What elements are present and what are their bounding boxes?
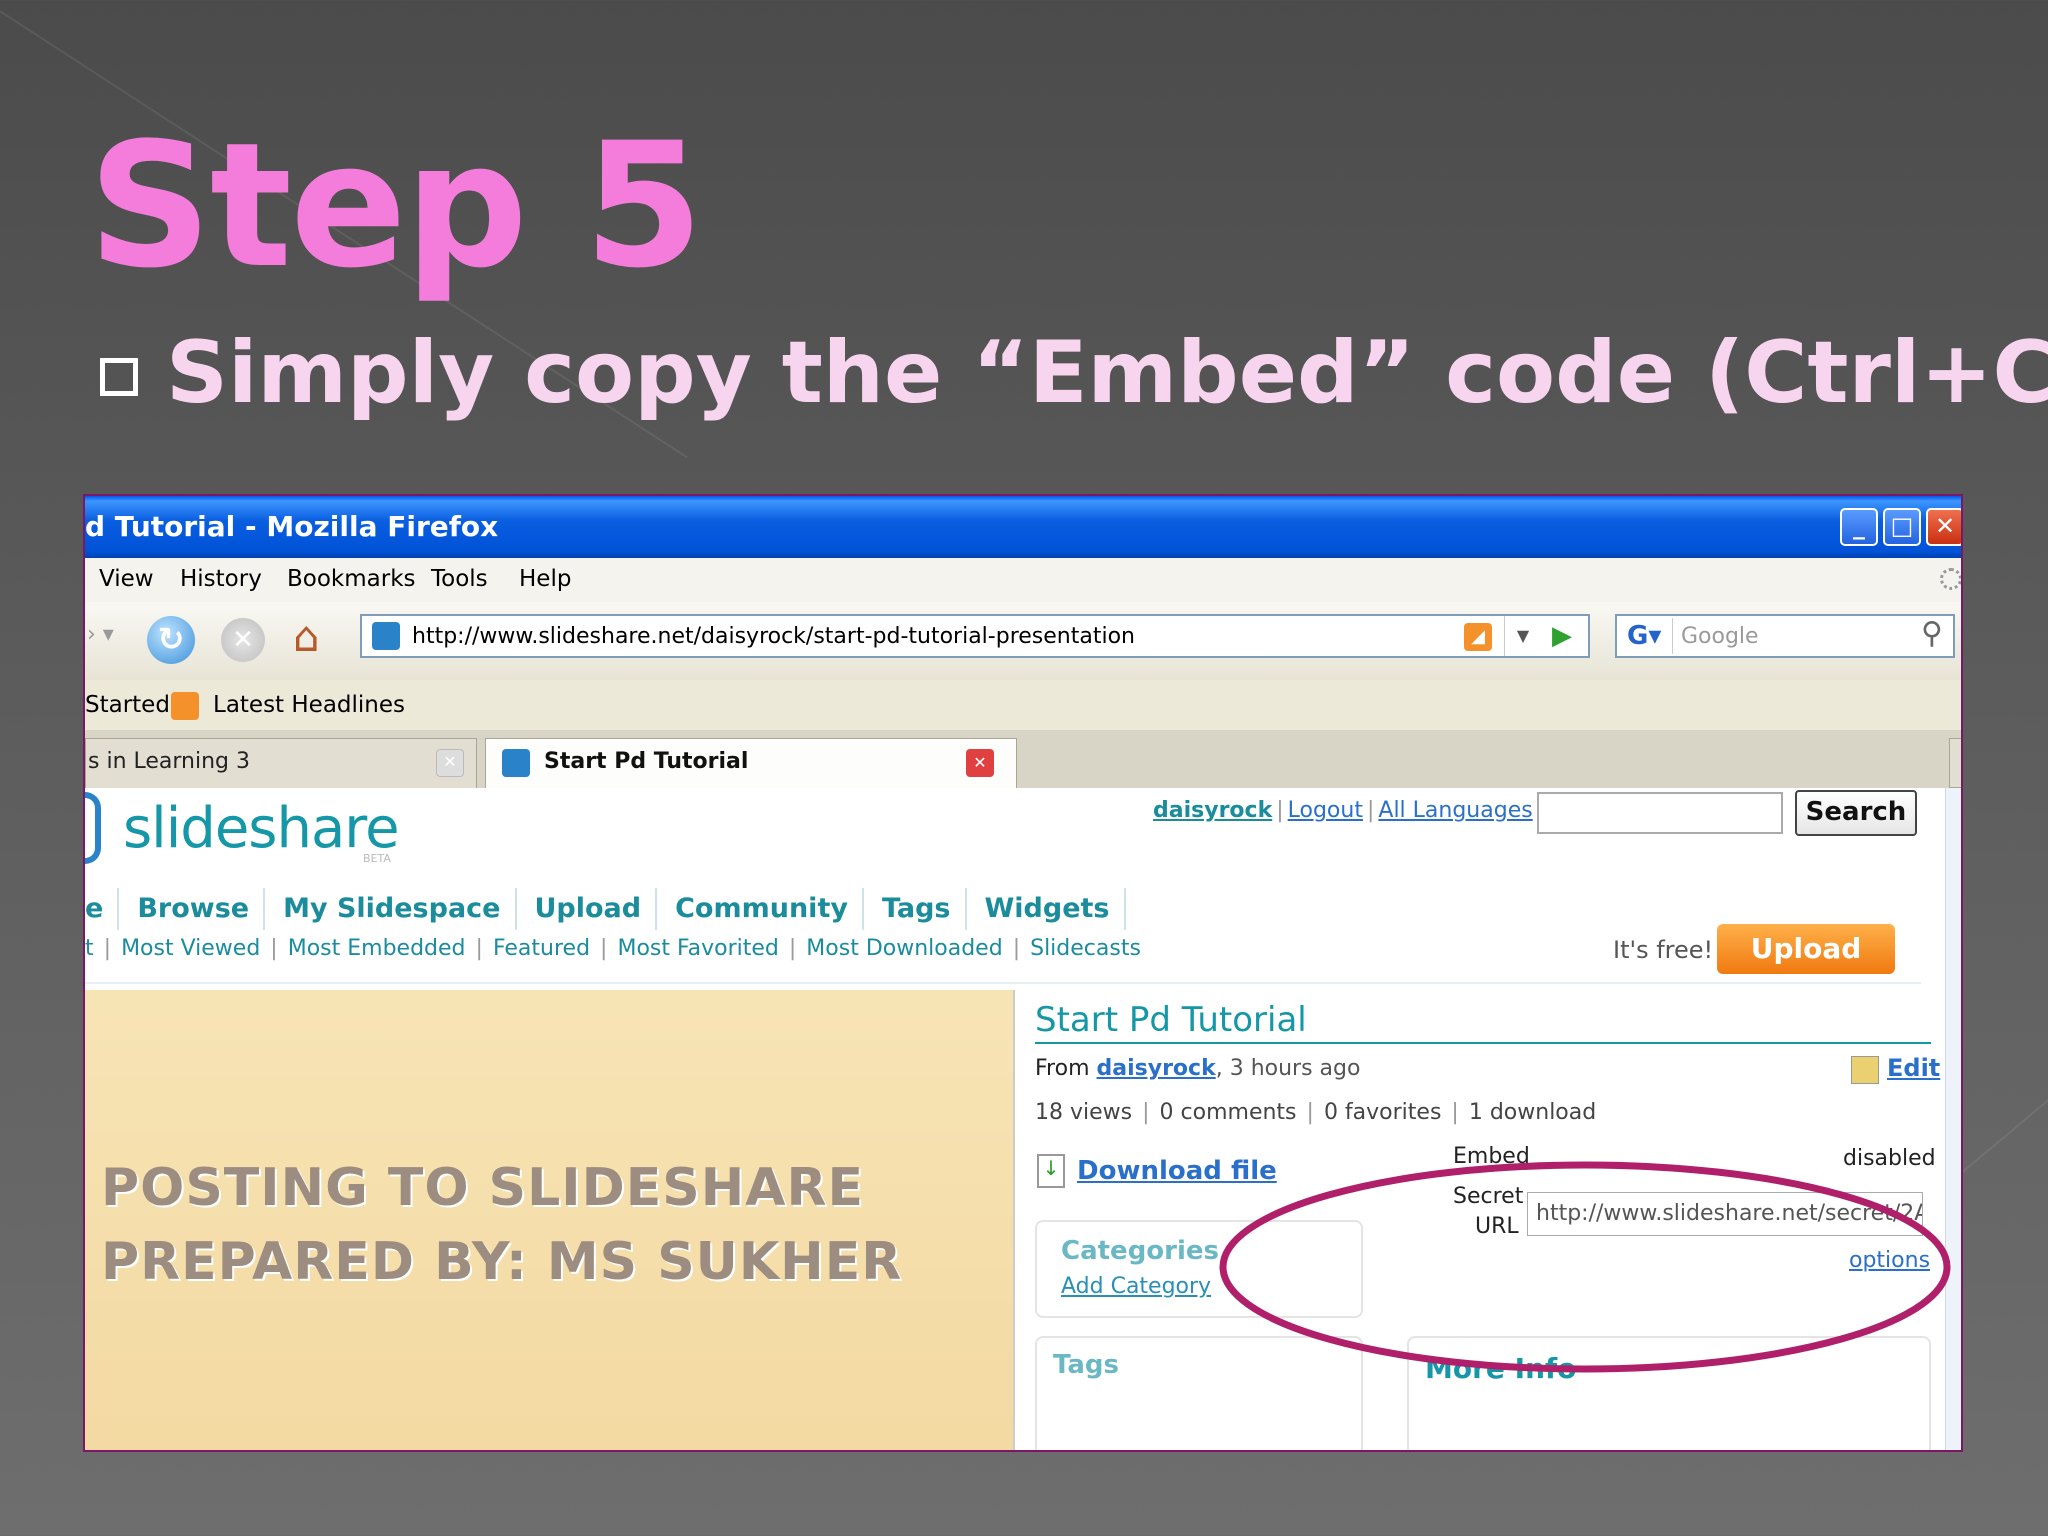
bullet-square-icon bbox=[100, 358, 138, 396]
embed-highlight-ellipse bbox=[1219, 1161, 1951, 1373]
slide-title: Step 5 bbox=[88, 105, 703, 306]
highlight-ellipse bbox=[1219, 1161, 1951, 1373]
browser-screenshot: d Tutorial - Mozilla Firefox _ □ ✕ View … bbox=[83, 494, 1963, 1452]
slide-bullet: Simply copy the “Embed” code (Ctrl+C) bbox=[100, 330, 2048, 416]
bullet-text: Simply copy the “Embed” code (Ctrl+C) bbox=[166, 323, 2048, 423]
